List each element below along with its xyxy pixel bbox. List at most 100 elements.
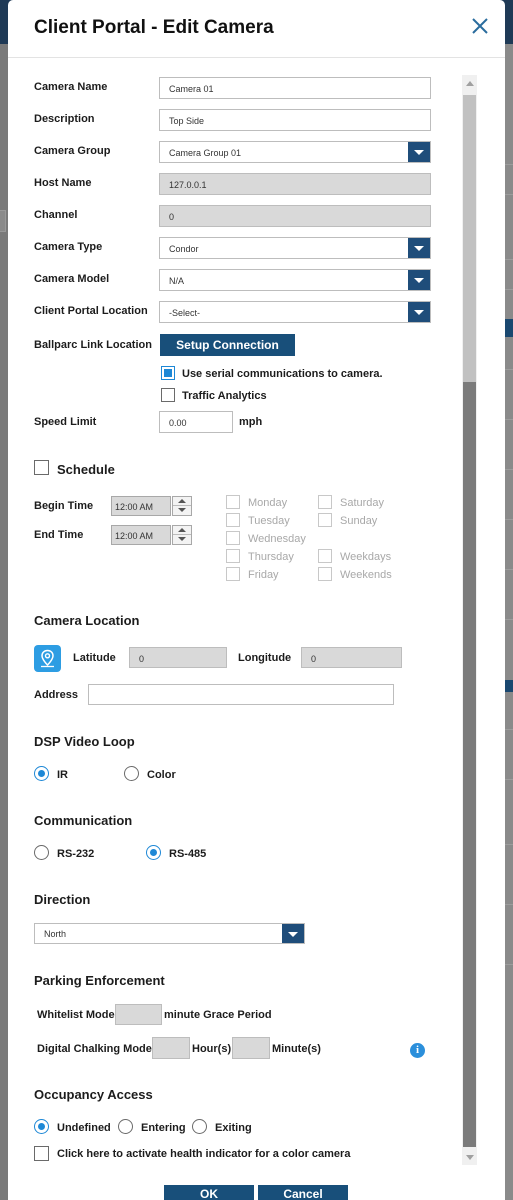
- schedule-label: Schedule: [57, 462, 115, 477]
- weekdays-checkbox[interactable]: [318, 549, 332, 563]
- serial-comm-checkbox[interactable]: [161, 366, 175, 380]
- camera-type-value: Condor: [169, 244, 199, 254]
- dialog-title: Client Portal - Edit Camera: [34, 17, 274, 38]
- wednesday-checkbox[interactable]: [226, 531, 240, 545]
- scroll-down-arrow-icon[interactable]: [462, 1149, 477, 1165]
- cancel-button[interactable]: Cancel: [258, 1185, 348, 1200]
- camera-model-select[interactable]: N/A: [159, 269, 431, 291]
- portal-location-value: -Select-: [169, 308, 201, 318]
- chalking-label: Digital Chalking Mode: [37, 1043, 152, 1055]
- channel-input: 0: [159, 205, 431, 227]
- stepper-up-icon[interactable]: [173, 526, 191, 535]
- serial-comm-label: Use serial communications to camera.: [182, 368, 383, 380]
- camera-group-select[interactable]: Camera Group 01: [159, 141, 431, 163]
- description-label: Description: [34, 113, 95, 125]
- schedule-checkbox[interactable]: [34, 460, 49, 475]
- weekends-checkbox[interactable]: [318, 567, 332, 581]
- direction-value: North: [44, 929, 67, 939]
- sunday-checkbox[interactable]: [318, 513, 332, 527]
- occupancy-entering-radio[interactable]: [118, 1119, 133, 1134]
- camera-type-label: Camera Type: [34, 241, 103, 253]
- traffic-analytics-label: Traffic Analytics: [182, 390, 267, 402]
- rs232-radio[interactable]: [34, 845, 49, 860]
- chevron-down-icon[interactable]: [408, 238, 430, 258]
- monday-checkbox[interactable]: [226, 495, 240, 509]
- traffic-analytics-checkbox[interactable]: [161, 388, 175, 402]
- end-time-input[interactable]: 12:00 AM: [111, 525, 171, 545]
- dsp-ir-label: IR: [57, 769, 68, 781]
- stepper-down-icon[interactable]: [173, 506, 191, 515]
- whitelist-label: Whitelist Mode: [37, 1009, 115, 1021]
- rs232-label: RS-232: [57, 848, 95, 860]
- camera-name-input[interactable]: Camera 01: [159, 77, 431, 99]
- grace-period-label: minute Grace Period: [164, 1009, 272, 1021]
- speed-limit-label: Speed Limit: [34, 416, 97, 428]
- longitude-label: Longitude: [238, 652, 292, 664]
- dsp-color-label: Color: [147, 769, 176, 781]
- chevron-down-icon[interactable]: [408, 142, 430, 162]
- chevron-down-icon[interactable]: [408, 270, 430, 290]
- end-time-label: End Time: [34, 529, 84, 541]
- friday-checkbox[interactable]: [226, 567, 240, 581]
- ok-button[interactable]: OK: [164, 1185, 254, 1200]
- sunday-label: Sunday: [340, 515, 378, 527]
- setup-connection-button[interactable]: Setup Connection: [160, 334, 295, 356]
- end-time-stepper[interactable]: [172, 525, 192, 545]
- begin-time-stepper[interactable]: [172, 496, 192, 516]
- address-input[interactable]: [88, 684, 394, 705]
- camera-type-select[interactable]: Condor: [159, 237, 431, 259]
- occupancy-exiting-radio[interactable]: [192, 1119, 207, 1134]
- whitelist-grace-input[interactable]: [115, 1004, 162, 1025]
- dsp-ir-radio[interactable]: [34, 766, 49, 781]
- camera-model-value: N/A: [169, 276, 185, 286]
- scroll-up-arrow-icon[interactable]: [462, 75, 477, 91]
- occupancy-undefined-radio[interactable]: [34, 1119, 49, 1134]
- stepper-down-icon[interactable]: [173, 535, 191, 544]
- tuesday-label: Tuesday: [248, 515, 290, 527]
- chalking-hours-input[interactable]: [152, 1037, 190, 1059]
- description-input[interactable]: Top Side: [159, 109, 431, 131]
- begin-time-label: Begin Time: [34, 500, 94, 512]
- ballparc-label: Ballparc Link Location: [34, 339, 152, 351]
- begin-time-input[interactable]: 12:00 AM: [111, 496, 171, 516]
- tuesday-checkbox[interactable]: [226, 513, 240, 527]
- friday-label: Friday: [248, 569, 279, 581]
- longitude-input[interactable]: 0: [301, 647, 402, 668]
- dsp-color-radio[interactable]: [124, 766, 139, 781]
- dialog-scrollbar[interactable]: [462, 75, 477, 1165]
- map-pin-icon[interactable]: [34, 645, 61, 672]
- speed-limit-input[interactable]: 0.00: [159, 411, 233, 433]
- hours-label: Hour(s): [192, 1043, 232, 1055]
- portal-location-select[interactable]: -Select-: [159, 301, 431, 323]
- chevron-down-icon[interactable]: [282, 924, 304, 943]
- channel-label: Channel: [34, 209, 78, 221]
- info-icon[interactable]: i: [410, 1043, 425, 1058]
- latitude-input[interactable]: 0: [129, 647, 227, 668]
- rs485-label: RS-485: [169, 848, 207, 860]
- speed-unit: mph: [239, 416, 263, 428]
- camera-group-label: Camera Group: [34, 145, 111, 157]
- latitude-label: Latitude: [73, 652, 116, 664]
- occupancy-exiting-label: Exiting: [215, 1122, 252, 1134]
- stepper-up-icon[interactable]: [173, 497, 191, 506]
- background-app-field: [0, 210, 6, 232]
- dsp-heading: DSP Video Loop: [34, 734, 135, 749]
- saturday-checkbox[interactable]: [318, 495, 332, 509]
- host-name-input: 127.0.0.1: [159, 173, 431, 195]
- host-name-label: Host Name: [34, 177, 92, 189]
- rs485-radio[interactable]: [146, 845, 161, 860]
- scrollbar-thumb[interactable]: [463, 382, 476, 1147]
- camera-group-value: Camera Group 01: [169, 148, 242, 158]
- edit-camera-dialog: Client Portal - Edit Camera Camera Name …: [8, 0, 505, 1200]
- thursday-label: Thursday: [248, 551, 294, 563]
- camera-name-label: Camera Name: [34, 81, 108, 93]
- weekdays-label: Weekdays: [340, 551, 392, 563]
- occupancy-entering-label: Entering: [141, 1122, 186, 1134]
- chalking-minutes-input[interactable]: [232, 1037, 270, 1059]
- occupancy-heading: Occupancy Access: [34, 1087, 153, 1102]
- direction-select[interactable]: North: [34, 923, 305, 944]
- close-icon[interactable]: [471, 17, 489, 35]
- thursday-checkbox[interactable]: [226, 549, 240, 563]
- chevron-down-icon[interactable]: [408, 302, 430, 322]
- health-indicator-checkbox[interactable]: [34, 1146, 49, 1161]
